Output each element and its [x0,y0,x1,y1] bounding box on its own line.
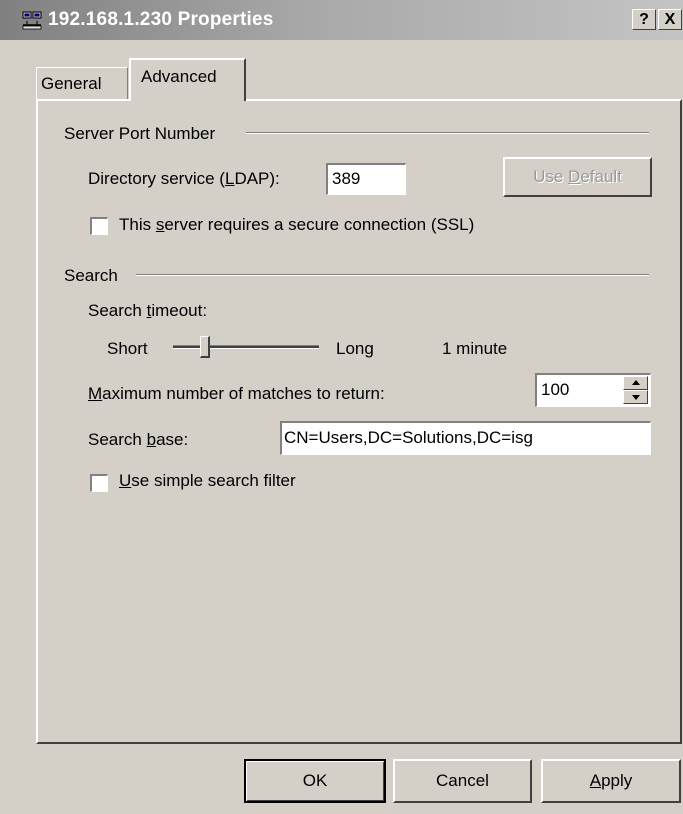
search-timeout-slider[interactable] [173,334,319,360]
spinner-up-button[interactable] [623,376,648,390]
slider-value-text: 1 minute [442,339,508,358]
window-title: 192.168.1.230 Properties [48,9,274,30]
slider-thumb[interactable] [200,336,210,358]
spinner-down-button[interactable] [623,390,648,404]
ldap-label: Directory service (LDAP): [88,169,280,188]
ldap-port-input[interactable]: 389 [326,163,406,195]
network-computer-icon [22,10,42,30]
slider-max-label: Long [336,339,374,358]
close-button[interactable]: X [658,9,682,30]
search-group-label: Search [64,266,118,285]
apply-button[interactable]: Apply [541,759,681,803]
max-matches-label: Maximum number of matches to return: [88,384,385,403]
help-button[interactable]: ? [632,9,656,30]
tab-general-label: General [41,74,102,93]
slider-track [173,345,319,349]
cancel-button[interactable]: Cancel [393,759,532,803]
search-base-label: Search base: [88,430,189,449]
use-default-button[interactable]: Use Default [503,157,652,197]
search-base-input[interactable]: CN=Users,DC=Solutions,DC=isg [280,421,651,455]
ssl-checkbox[interactable] [90,217,108,235]
tab-advanced-label: Advanced [141,67,217,86]
search-group-divider [136,274,649,276]
arrow-up-icon [632,380,640,385]
tab-advanced[interactable]: Advanced [129,58,246,101]
simple-search-filter-checkbox[interactable] [90,474,108,492]
tab-general[interactable]: General [36,67,128,100]
title-bar[interactable]: 192.168.1.230 Properties ? X [0,0,683,40]
search-timeout-label: Search timeout: [88,301,208,320]
arrow-down-icon [632,395,640,400]
slider-min-label: Short [107,339,148,358]
ok-button[interactable]: OK [244,759,386,803]
server-port-group-label: Server Port Number [64,124,216,143]
simple-search-filter-label: Use simple search filter [119,471,296,490]
ssl-checkbox-label: This server requires a secure connection… [119,215,475,234]
server-port-group-divider [246,132,649,134]
max-matches-spinner[interactable]: 100 [535,373,651,407]
